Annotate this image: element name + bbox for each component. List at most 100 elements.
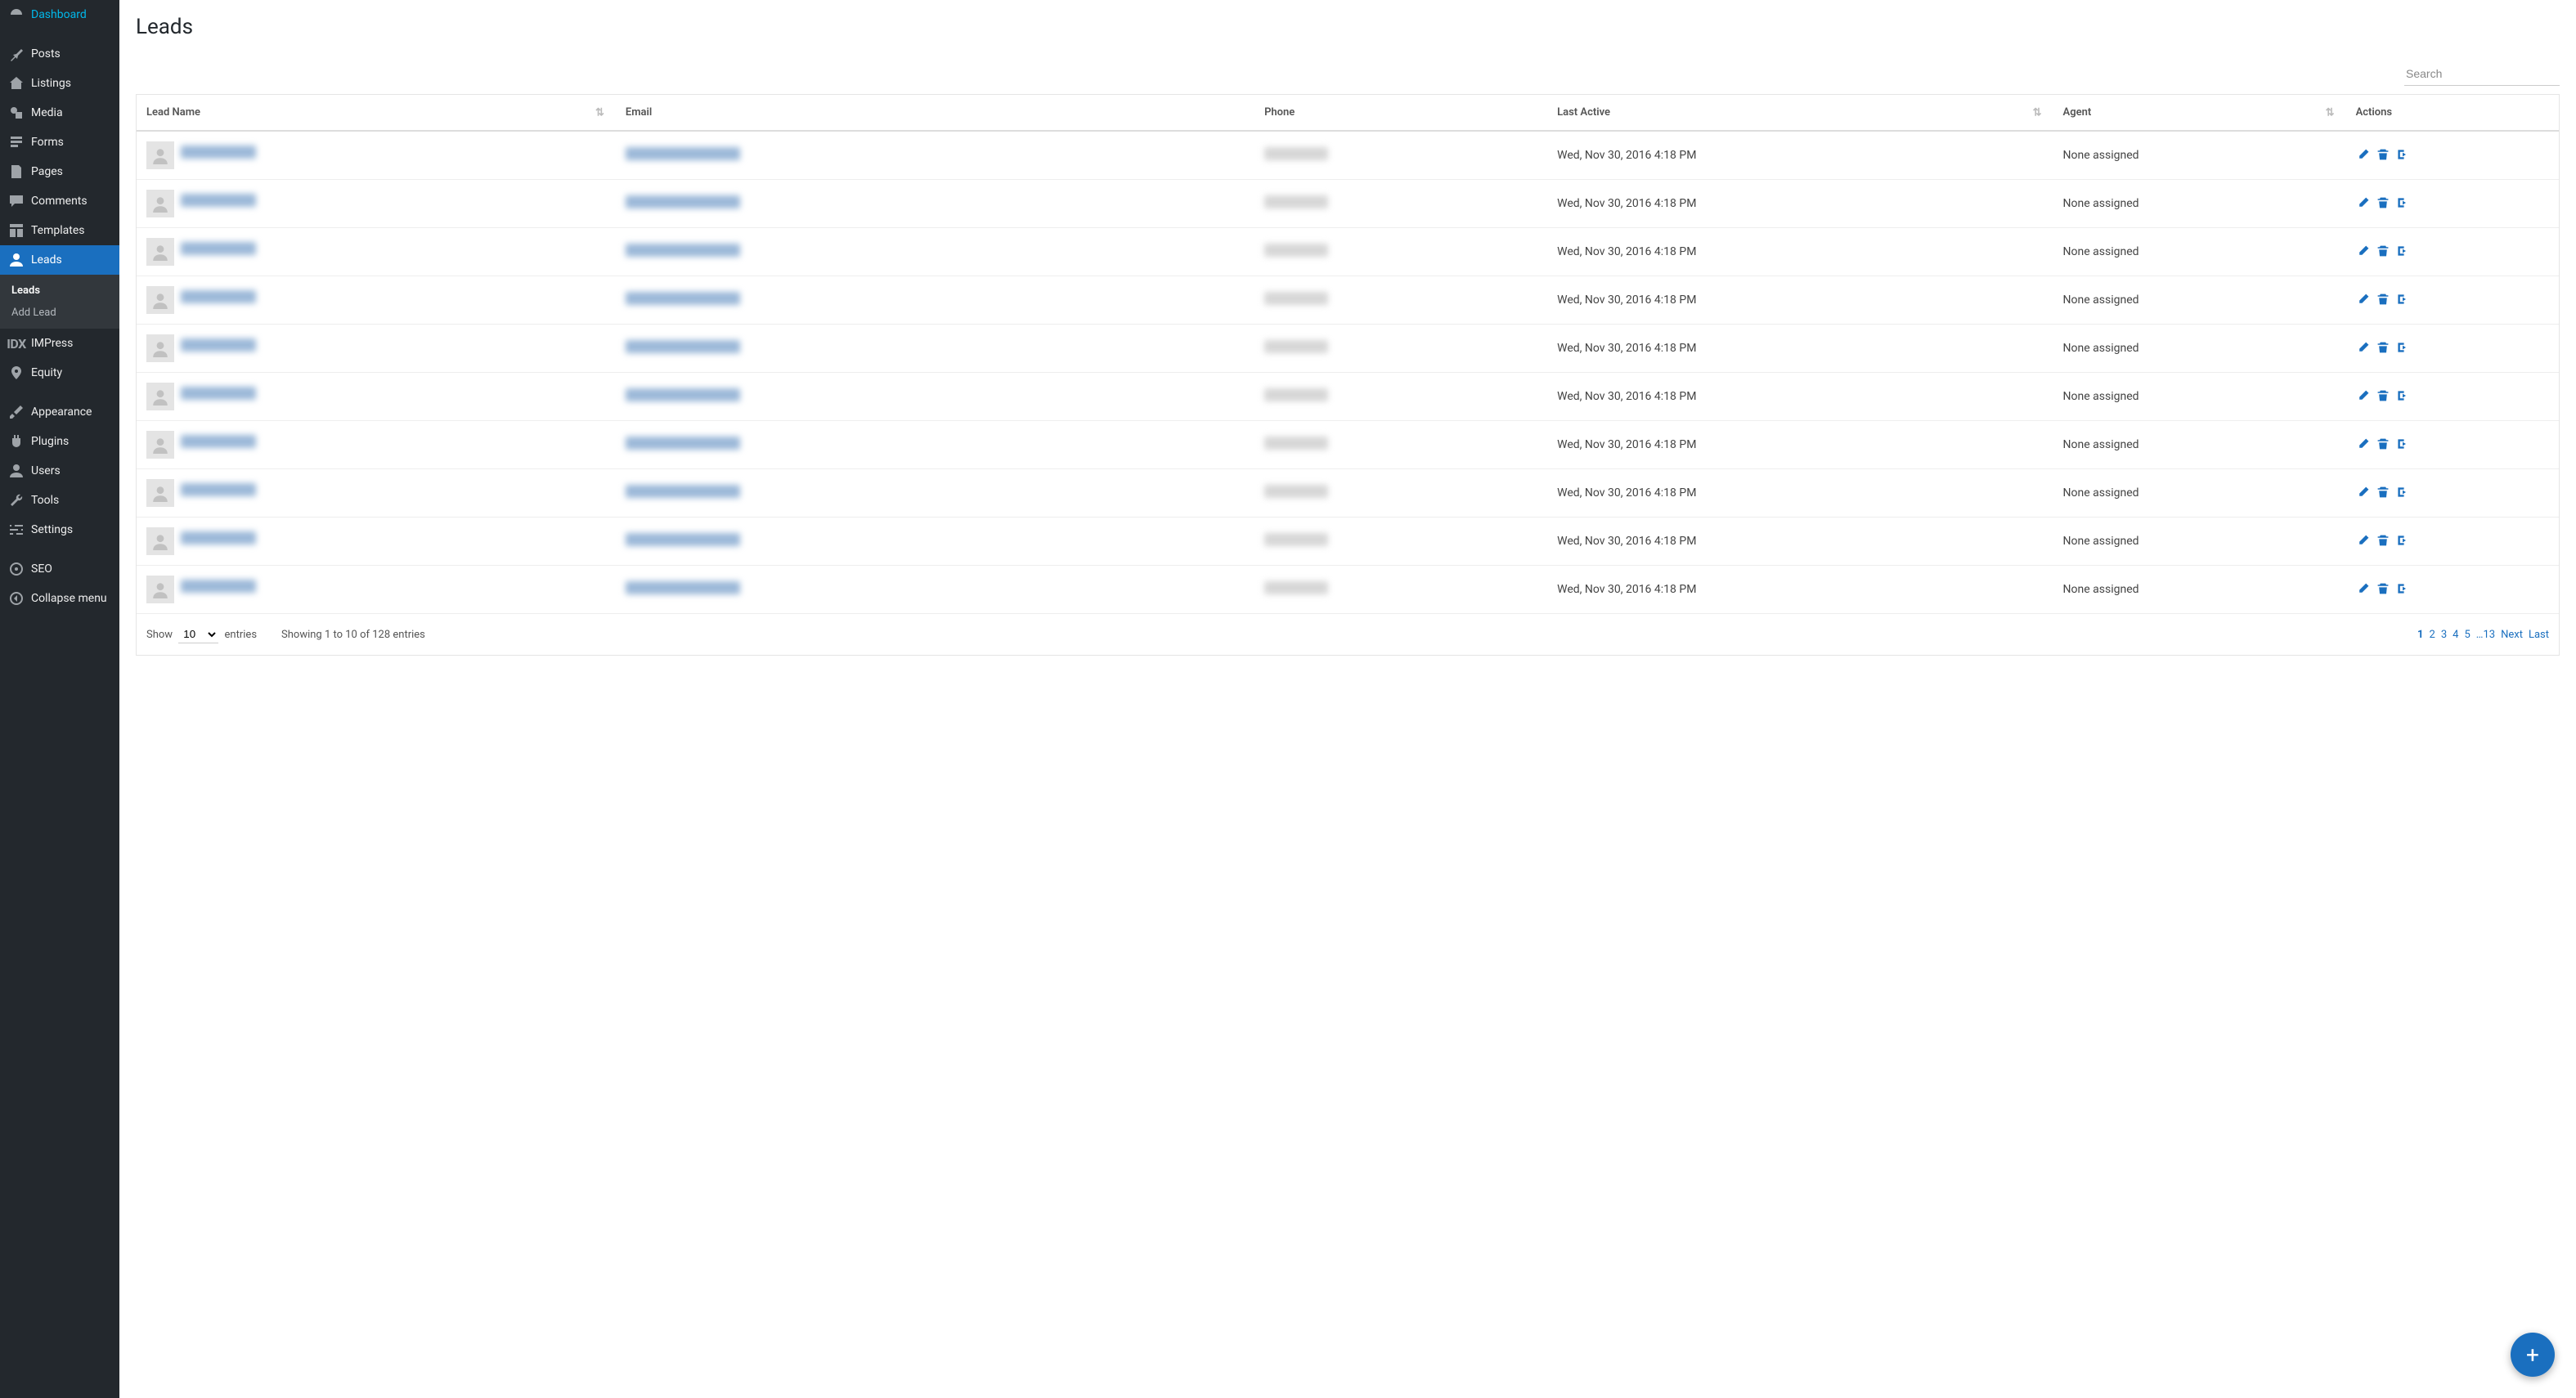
sidebar-item-posts[interactable]: Posts (0, 39, 119, 69)
edit-button[interactable] (2356, 340, 2371, 355)
page-link[interactable]: Last (2529, 629, 2549, 641)
edit-button[interactable] (2356, 437, 2371, 451)
sidebar-item-tools[interactable]: Tools (0, 486, 119, 515)
delete-button[interactable] (2376, 388, 2390, 403)
col-phone[interactable]: Phone (1254, 95, 1547, 131)
table-row[interactable]: Wed, Nov 30, 2016 4:18 PMNone assigned (137, 276, 2559, 325)
export-button[interactable] (2395, 437, 2410, 451)
brush-icon (8, 404, 25, 420)
agent-cell: None assigned (2053, 469, 2346, 518)
lead-name-redacted (181, 435, 256, 448)
sidebar-item-pages[interactable]: Pages (0, 157, 119, 186)
page-icon (8, 164, 25, 180)
sidebar-item-templates[interactable]: Templates (0, 216, 119, 245)
comment-icon (8, 193, 25, 209)
delete-button[interactable] (2376, 581, 2390, 596)
sidebar-item-settings[interactable]: Settings (0, 515, 119, 544)
table-row[interactable]: Wed, Nov 30, 2016 4:18 PMNone assigned (137, 566, 2559, 614)
page-link[interactable]: …13 (2476, 629, 2495, 641)
table-row[interactable]: Wed, Nov 30, 2016 4:18 PMNone assigned (137, 228, 2559, 276)
delete-button[interactable] (2376, 195, 2390, 210)
delete-button[interactable] (2376, 244, 2390, 258)
export-button[interactable] (2395, 581, 2410, 596)
sidebar-item-label: Templates (31, 224, 85, 237)
sidebar-item-appearance[interactable]: Appearance (0, 397, 119, 427)
lead-phone-redacted (1264, 147, 1328, 160)
sidebar-item-comments[interactable]: Comments (0, 186, 119, 216)
table-row[interactable]: Wed, Nov 30, 2016 4:18 PMNone assigned (137, 325, 2559, 373)
export-button[interactable] (2395, 292, 2410, 307)
table-row[interactable]: Wed, Nov 30, 2016 4:18 PMNone assigned (137, 131, 2559, 180)
sidebar-sub-leads[interactable]: Leads (0, 280, 119, 302)
sidebar-item-label: Users (31, 464, 61, 477)
page-link[interactable]: 5 (2464, 629, 2470, 641)
lead-email-redacted (626, 533, 740, 546)
table-row[interactable]: Wed, Nov 30, 2016 4:18 PMNone assigned (137, 373, 2559, 421)
sidebar-item-label: Pages (31, 165, 63, 178)
edit-button[interactable] (2356, 195, 2371, 210)
page-link[interactable]: 1 (2417, 629, 2423, 641)
sidebar-item-seo[interactable]: SEO (0, 554, 119, 584)
wrench-icon (8, 492, 25, 509)
table-row[interactable]: Wed, Nov 30, 2016 4:18 PMNone assigned (137, 421, 2559, 469)
page-link[interactable]: Next (2501, 629, 2523, 641)
sidebar-item-dashboard[interactable]: Dashboard (0, 0, 119, 29)
agent-cell: None assigned (2053, 518, 2346, 566)
edit-button[interactable] (2356, 244, 2371, 258)
table-row[interactable]: Wed, Nov 30, 2016 4:18 PMNone assigned (137, 180, 2559, 228)
lead-phone-redacted (1264, 533, 1328, 546)
page-link[interactable]: 4 (2453, 629, 2458, 641)
export-button[interactable] (2395, 340, 2410, 355)
col-last-active[interactable]: Last Active ⇅ (1547, 95, 2053, 131)
col-email[interactable]: Email (616, 95, 1254, 131)
sidebar-item-media[interactable]: Media (0, 98, 119, 128)
sidebar-item-users[interactable]: Users (0, 456, 119, 486)
page-link[interactable]: 3 (2441, 629, 2447, 641)
sidebar-item-plugins[interactable]: Plugins (0, 427, 119, 456)
table-row[interactable]: Wed, Nov 30, 2016 4:18 PMNone assigned (137, 469, 2559, 518)
edit-button[interactable] (2356, 533, 2371, 548)
sidebar-item-leads[interactable]: Leads (0, 245, 119, 275)
delete-button[interactable] (2376, 437, 2390, 451)
col-agent[interactable]: Agent ⇅ (2053, 95, 2346, 131)
delete-button[interactable] (2376, 485, 2390, 500)
sidebar-item-impress[interactable]: IDX IMPress (0, 329, 119, 358)
sidebar-item-listings[interactable]: Listings (0, 69, 119, 98)
agent-cell: None assigned (2053, 325, 2346, 373)
page-link[interactable]: 2 (2430, 629, 2435, 641)
table-row[interactable]: Wed, Nov 30, 2016 4:18 PMNone assigned (137, 518, 2559, 566)
sidebar-item-collapse[interactable]: Collapse menu (0, 584, 119, 613)
edit-button[interactable] (2356, 485, 2371, 500)
export-button[interactable] (2395, 244, 2410, 258)
export-button[interactable] (2395, 485, 2410, 500)
sidebar-item-label: Equity (31, 366, 62, 379)
add-lead-fab[interactable]: + (2511, 1333, 2555, 1377)
delete-button[interactable] (2376, 147, 2390, 162)
sort-icon: ⇅ (595, 106, 604, 119)
last-active-cell: Wed, Nov 30, 2016 4:18 PM (1547, 566, 2053, 614)
lead-phone-redacted (1264, 388, 1328, 401)
sidebar-sub-add-lead[interactable]: Add Lead (0, 302, 119, 324)
lead-phone-redacted (1264, 195, 1328, 208)
export-button[interactable] (2395, 195, 2410, 210)
export-button[interactable] (2395, 388, 2410, 403)
delete-button[interactable] (2376, 340, 2390, 355)
export-button[interactable] (2395, 533, 2410, 548)
sidebar-item-forms[interactable]: Forms (0, 128, 119, 157)
edit-button[interactable] (2356, 292, 2371, 307)
last-active-cell: Wed, Nov 30, 2016 4:18 PM (1547, 325, 2053, 373)
sidebar-item-equity[interactable]: Equity (0, 358, 119, 388)
edit-button[interactable] (2356, 388, 2371, 403)
edit-button[interactable] (2356, 581, 2371, 596)
col-lead-name[interactable]: Lead Name ⇅ (137, 95, 616, 131)
delete-button[interactable] (2376, 533, 2390, 548)
sidebar-item-label: SEO (31, 562, 52, 576)
page-size-select[interactable]: 10 (178, 625, 218, 643)
delete-button[interactable] (2376, 292, 2390, 307)
users-icon (8, 463, 25, 479)
export-button[interactable] (2395, 147, 2410, 162)
search-input[interactable] (2404, 62, 2560, 86)
edit-button[interactable] (2356, 147, 2371, 162)
collapse-icon (8, 590, 25, 607)
lead-email-redacted (626, 195, 740, 208)
